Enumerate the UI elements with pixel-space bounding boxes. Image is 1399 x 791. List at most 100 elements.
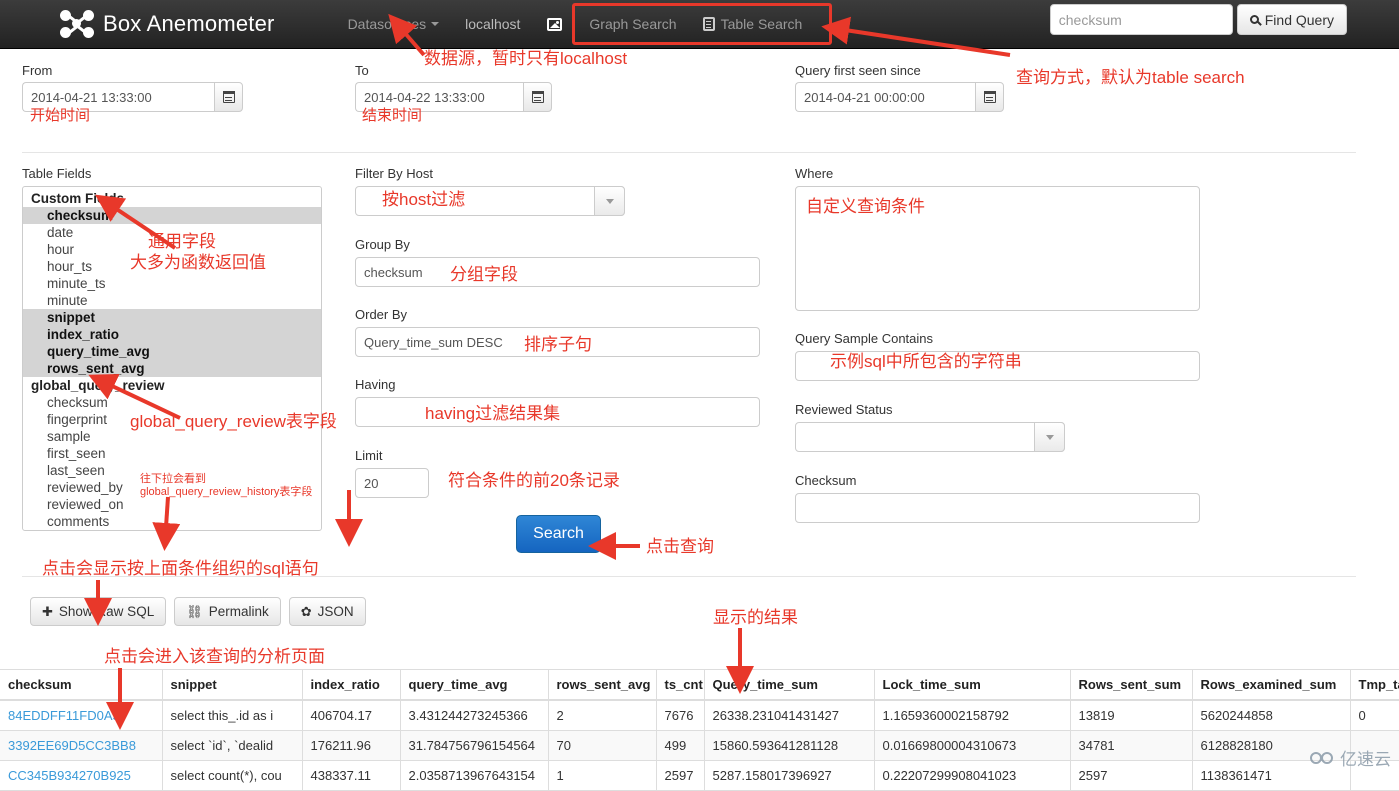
order-by-label: Order By bbox=[355, 307, 760, 322]
field-option-gqr-sample[interactable]: sample bbox=[23, 428, 321, 445]
find-query-label: Find Query bbox=[1265, 12, 1334, 28]
col-tmp-table[interactable]: Tmp_ta bbox=[1350, 670, 1399, 701]
group-by-label: Group By bbox=[355, 237, 760, 252]
nav-table-search[interactable]: Table Search bbox=[690, 0, 816, 49]
table-row[interactable]: 3392EE69D5CC3BB8 select `id`, `dealid 17… bbox=[0, 731, 1399, 761]
first-seen-label: Query first seen since bbox=[795, 63, 1004, 78]
query-sample-input[interactable] bbox=[795, 351, 1200, 381]
field-option-hour-ts[interactable]: hour_ts bbox=[23, 258, 321, 275]
having-label: Having bbox=[355, 377, 760, 392]
cell-checksum[interactable]: 84EDDFF11FD0A5 bbox=[0, 700, 162, 731]
permalink-label: Permalink bbox=[209, 604, 269, 619]
cell-query-time-sum: 15860.593641281128 bbox=[704, 731, 874, 761]
query-sample-label: Query Sample Contains bbox=[795, 331, 1200, 346]
action-button-bar: ✚ Show Raw SQL ⛓ Permalink ✿ JSON bbox=[30, 597, 374, 626]
having-input[interactable] bbox=[355, 397, 760, 427]
show-raw-sql-button[interactable]: ✚ Show Raw SQL bbox=[30, 597, 166, 626]
cell-lock-time-sum: 1.1659360002158792 bbox=[874, 700, 1070, 731]
permalink-button[interactable]: ⛓ Permalink bbox=[174, 597, 281, 626]
to-label: To bbox=[355, 63, 552, 78]
field-option-gqr-first-seen[interactable]: first_seen bbox=[23, 445, 321, 462]
field-option-hour[interactable]: hour bbox=[23, 241, 321, 258]
cell-index-ratio: 176211.96 bbox=[302, 731, 400, 761]
from-label: From bbox=[22, 63, 243, 78]
brand[interactable]: Box Anemometer bbox=[60, 9, 275, 39]
filter-by-host-group bbox=[355, 186, 625, 216]
table-fields-listbox[interactable]: Custom Fields checksum date hour hour_ts… bbox=[22, 186, 322, 531]
to-input[interactable] bbox=[355, 82, 523, 112]
table-icon bbox=[703, 17, 715, 31]
col-query-time-avg[interactable]: query_time_avg bbox=[400, 670, 548, 701]
field-option-snippet[interactable]: snippet bbox=[23, 309, 321, 326]
filter-by-host-dropdown-button[interactable] bbox=[594, 186, 625, 216]
cell-rows-sent-sum: 13819 bbox=[1070, 700, 1192, 731]
nav-graph-search[interactable]: Graph Search bbox=[576, 0, 689, 49]
field-option-query-time-avg[interactable]: query_time_avg bbox=[23, 343, 321, 360]
first-seen-field: Query first seen since bbox=[795, 63, 1004, 112]
field-option-minute[interactable]: minute bbox=[23, 292, 321, 309]
to-calendar-button[interactable] bbox=[523, 82, 552, 112]
col-index-ratio[interactable]: index_ratio bbox=[302, 670, 400, 701]
field-option-gqr-checksum[interactable]: checksum bbox=[23, 394, 321, 411]
search-icon bbox=[1250, 15, 1259, 24]
table-fields-column: Table Fields Custom Fields checksum date… bbox=[22, 166, 322, 531]
find-query-button[interactable]: Find Query bbox=[1237, 4, 1347, 35]
cloud-icon bbox=[1310, 750, 1336, 766]
divider-bottom bbox=[22, 576, 1356, 577]
group-by-input[interactable] bbox=[355, 257, 760, 287]
from-input[interactable] bbox=[22, 82, 214, 112]
cell-ts-cnt: 499 bbox=[656, 731, 704, 761]
field-option-gqr-reviewed-on[interactable]: reviewed_on bbox=[23, 496, 321, 513]
field-option-checksum[interactable]: checksum bbox=[23, 207, 321, 224]
field-option-gqr-last-seen[interactable]: last_seen bbox=[23, 462, 321, 479]
reviewed-status-label: Reviewed Status bbox=[795, 402, 1200, 417]
where-textarea[interactable] bbox=[795, 186, 1200, 311]
col-rows-sent-avg[interactable]: rows_sent_avg bbox=[548, 670, 656, 701]
col-checksum[interactable]: checksum bbox=[0, 670, 162, 701]
limit-input[interactable] bbox=[355, 468, 429, 498]
cell-lock-time-sum: 0.01669800004310673 bbox=[874, 731, 1070, 761]
reviewed-status-dropdown-button[interactable] bbox=[1034, 422, 1065, 452]
field-option-gqr-reviewed-by[interactable]: reviewed_by bbox=[23, 479, 321, 496]
cell-snippet: select this_.id as i bbox=[162, 700, 302, 731]
nav-picture-button[interactable] bbox=[533, 0, 576, 49]
table-row[interactable]: 84EDDFF11FD0A5 select this_.id as i 4067… bbox=[0, 700, 1399, 731]
nav-datasources[interactable]: Datasources bbox=[335, 0, 453, 49]
cell-tmp-table: 0 bbox=[1350, 700, 1399, 731]
advanced-filters-column: Where Query Sample Contains Reviewed Sta… bbox=[795, 166, 1200, 523]
link-icon: ⛓ bbox=[186, 604, 203, 620]
col-snippet[interactable]: snippet bbox=[162, 670, 302, 701]
checksum-search-input[interactable] bbox=[1050, 4, 1233, 35]
divider-top bbox=[22, 152, 1356, 153]
reviewed-status-input[interactable] bbox=[795, 422, 1065, 452]
from-calendar-button[interactable] bbox=[214, 82, 243, 112]
col-ts-cnt[interactable]: ts_cnt bbox=[656, 670, 704, 701]
json-button[interactable]: ✿ JSON bbox=[289, 597, 366, 626]
col-rows-examined-sum[interactable]: Rows_examined_sum bbox=[1192, 670, 1350, 701]
cell-query-time-avg: 31.784756796154564 bbox=[400, 731, 548, 761]
nav-localhost[interactable]: localhost bbox=[452, 0, 533, 49]
annotation-analysis-hint: 点击会进入该查询的分析页面 bbox=[104, 646, 325, 667]
col-query-time-sum[interactable]: Query_time_sum bbox=[704, 670, 874, 701]
col-rows-sent-sum[interactable]: Rows_sent_sum bbox=[1070, 670, 1192, 701]
checksum-input[interactable] bbox=[795, 493, 1200, 523]
field-option-rows-sent-avg[interactable]: rows_sent_avg bbox=[23, 360, 321, 377]
field-option-gqr-comments[interactable]: comments bbox=[23, 513, 321, 530]
limit-label: Limit bbox=[355, 448, 760, 463]
field-option-date[interactable]: date bbox=[23, 224, 321, 241]
query-clause-column: Filter By Host Group By Order By Having … bbox=[355, 166, 760, 498]
col-lock-time-sum[interactable]: Lock_time_sum bbox=[874, 670, 1070, 701]
to-field: To bbox=[355, 63, 552, 112]
search-button[interactable]: Search bbox=[516, 515, 601, 553]
filter-by-host-input[interactable] bbox=[355, 186, 625, 216]
first-seen-calendar-button[interactable] bbox=[975, 82, 1004, 112]
order-by-input[interactable] bbox=[355, 327, 760, 357]
chevron-down-icon bbox=[1046, 435, 1054, 440]
cell-rows-examined-sum: 5620244858 bbox=[1192, 700, 1350, 731]
cell-rows-sent-avg: 2 bbox=[548, 700, 656, 731]
field-option-gqr-fingerprint[interactable]: fingerprint bbox=[23, 411, 321, 428]
field-option-minute-ts[interactable]: minute_ts bbox=[23, 275, 321, 292]
cell-checksum[interactable]: 3392EE69D5CC3BB8 bbox=[0, 731, 162, 761]
first-seen-input[interactable] bbox=[795, 82, 975, 112]
field-option-index-ratio[interactable]: index_ratio bbox=[23, 326, 321, 343]
